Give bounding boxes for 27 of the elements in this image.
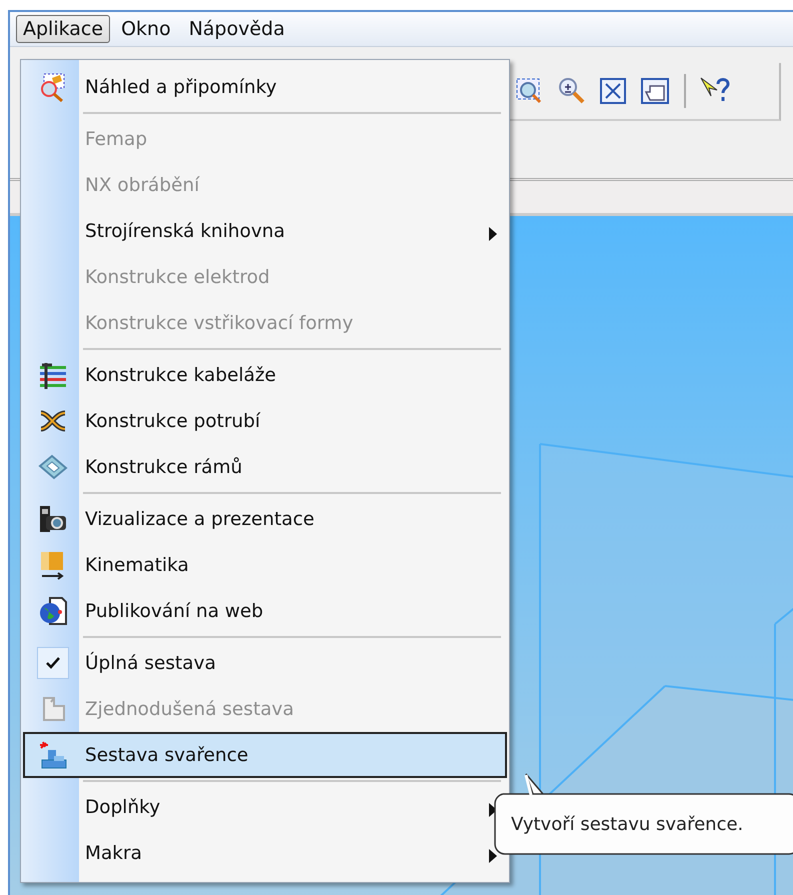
zoom-icon[interactable] <box>556 76 586 106</box>
submenu-arrow-icon <box>489 227 497 241</box>
submenu-arrow-icon <box>489 803 497 817</box>
zoom-window-icon[interactable] <box>514 76 544 106</box>
assembly-icon <box>38 740 68 770</box>
checkbox[interactable] <box>37 647 69 679</box>
menu-bar-item[interactable]: Aplikace <box>16 15 110 43</box>
tooltip-text: Vytvoří sestavu svařence. <box>511 814 744 835</box>
menu-item[interactable]: Konstrukce rámů <box>23 444 507 490</box>
menu-item[interactable]: Konstrukce kabeláže <box>23 352 507 398</box>
menu-bar-item[interactable]: Okno <box>114 15 178 43</box>
globe-icon <box>38 596 68 626</box>
menu-item[interactable]: Úplná sestava <box>23 640 507 686</box>
cable-icon <box>38 360 68 390</box>
camera-icon <box>38 504 68 534</box>
menu-item[interactable]: Publikování na web <box>23 588 507 634</box>
check-icon <box>45 656 61 670</box>
menu-bar-item[interactable]: Nápověda <box>182 15 292 43</box>
menu-item[interactable]: Strojírenská knihovna <box>23 208 507 254</box>
fit-view-icon[interactable] <box>598 76 628 106</box>
menu-item[interactable]: Sestava svařence <box>23 732 507 778</box>
submenu-arrow-icon <box>489 849 497 863</box>
frame-icon <box>38 452 68 482</box>
menu-item[interactable]: Náhled a připomínky <box>23 64 507 110</box>
menu-item[interactable]: Vizualizace a prezentace <box>23 496 507 542</box>
menu-item[interactable]: Kinematika <box>23 542 507 588</box>
menu-item[interactable]: Konstrukce potrubí <box>23 398 507 444</box>
